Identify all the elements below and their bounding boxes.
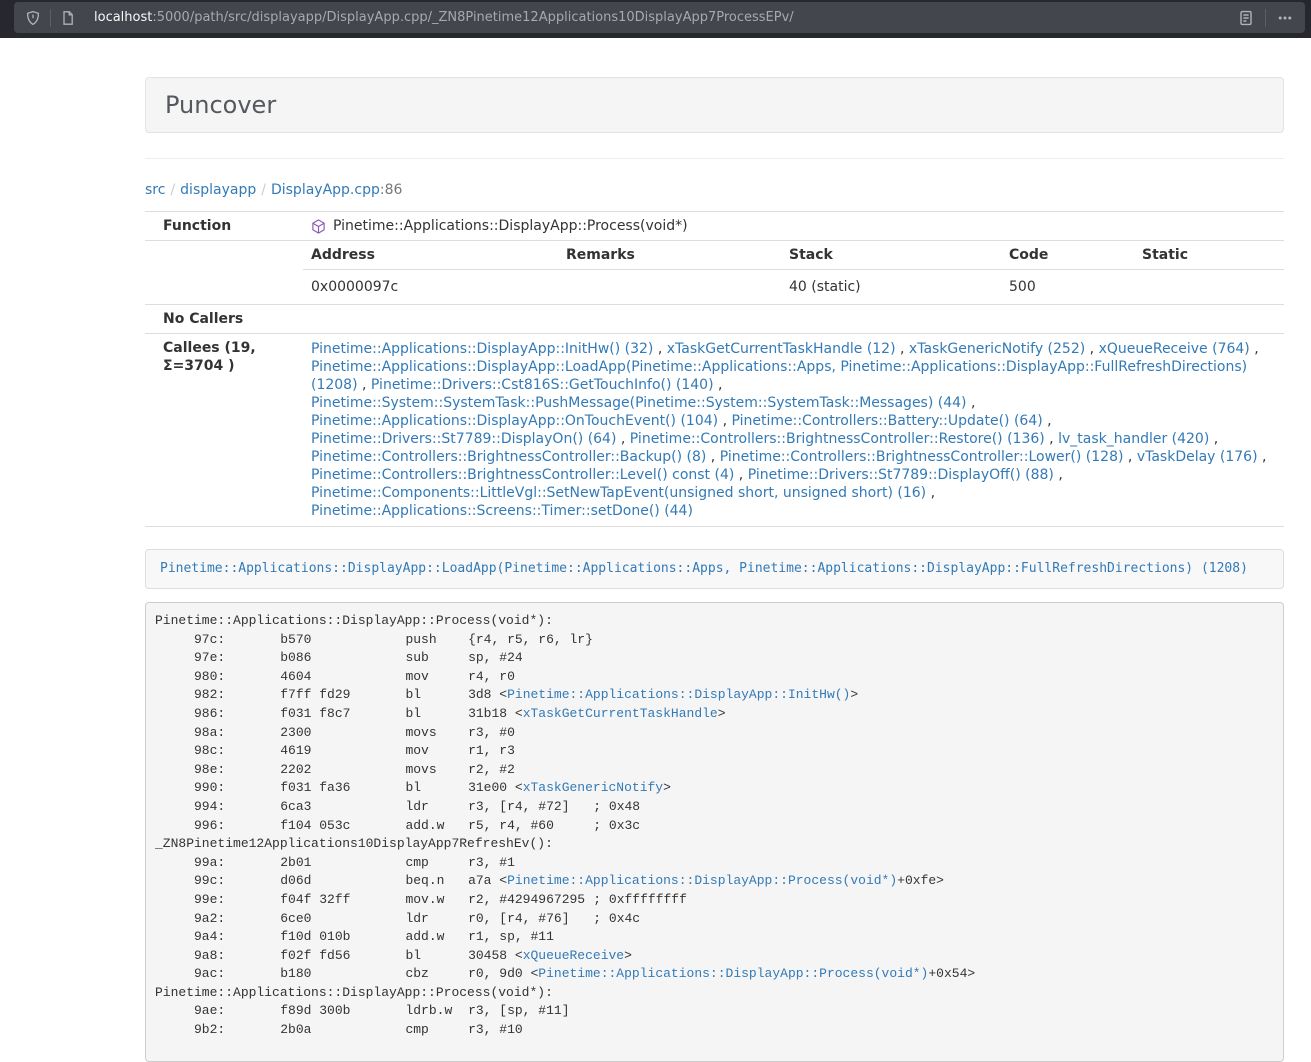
function-name: Pinetime::Applications::DisplayApp::Proc… (333, 217, 688, 235)
highlighted-symbol-panel: Pinetime::Applications::DisplayApp::Load… (145, 549, 1284, 589)
callee-separator: , (1085, 341, 1098, 357)
column-address: Address (303, 241, 558, 270)
callee-link[interactable]: Pinetime::Controllers::Battery::Update()… (731, 413, 1042, 429)
metrics-value-row: 0x0000097c 40 (static) 500 (303, 270, 1284, 305)
symbol-cube-icon (311, 219, 326, 234)
url-host: localhost (94, 10, 152, 25)
no-callers-label: No Callers (145, 305, 303, 334)
breadcrumb-link-src[interactable]: src (145, 182, 165, 198)
callee-link[interactable]: xTaskGetCurrentTaskHandle (12) (667, 341, 896, 357)
callee-separator: , (714, 377, 723, 393)
column-static: Static (1134, 241, 1284, 270)
callee-link[interactable]: Pinetime::Controllers::BrightnessControl… (720, 449, 1124, 465)
metrics-table: Address Remarks Stack Code Static 0x0000… (303, 241, 1284, 304)
reader-mode-icon[interactable] (1238, 10, 1254, 26)
callee-link[interactable]: Pinetime::Controllers::BrightnessControl… (311, 467, 734, 483)
callee-link[interactable]: Pinetime::Drivers::Cst816S::GetTouchInfo… (371, 377, 714, 393)
callee-separator: , (653, 341, 666, 357)
callers-row: No Callers (145, 305, 1284, 334)
browser-toolbar: localhost:5000/path/src/displayapp/Displ… (0, 0, 1311, 38)
metrics-header-row: Address Remarks Stack Code Static (303, 241, 1284, 270)
breadcrumb-separator: / (256, 182, 271, 198)
callee-separator: , (1123, 449, 1136, 465)
callee-link[interactable]: Pinetime::Applications::Screens::Timer::… (311, 503, 693, 519)
identity-divider (50, 9, 51, 27)
callee-separator: , (1209, 431, 1218, 447)
callee-separator: , (734, 467, 747, 483)
column-remarks: Remarks (558, 241, 781, 270)
symbol-table: Function Pinetime::Applications::Display… (145, 211, 1284, 527)
callee-link[interactable]: Pinetime::Controllers::BrightnessControl… (311, 449, 706, 465)
code-symbol-link[interactable]: Pinetime::Applications::DisplayApp::Proc… (507, 873, 897, 888)
callee-separator: , (1043, 413, 1052, 429)
callee-link[interactable]: Pinetime::Controllers::BrightnessControl… (630, 431, 1045, 447)
code-symbol-link[interactable]: Pinetime::Applications::DisplayApp::Proc… (538, 966, 928, 981)
url-text: localhost:5000/path/src/displayapp/Displ… (94, 10, 1238, 25)
callee-link[interactable]: Pinetime::Applications::DisplayApp::OnTo… (311, 413, 718, 429)
callee-link[interactable]: Pinetime::System::SystemTask::PushMessag… (311, 395, 967, 411)
callee-separator: , (926, 485, 935, 501)
callee-separator: , (358, 377, 371, 393)
column-stack: Stack (781, 241, 1001, 270)
app-header-panel: Puncover (145, 77, 1284, 133)
function-row: Function Pinetime::Applications::Display… (145, 212, 1284, 241)
breadcrumb-link-displayapp[interactable]: displayapp (180, 182, 256, 198)
callee-link[interactable]: Pinetime::Applications::DisplayApp::Init… (311, 341, 653, 357)
callee-link[interactable]: vTaskDelay (176) (1137, 449, 1258, 465)
page-content: Puncover src/displayapp/DisplayApp.cpp:8… (145, 77, 1284, 1062)
breadcrumb-link-file[interactable]: DisplayApp.cpp (271, 182, 380, 198)
disassembly-code: Pinetime::Applications::DisplayApp::Proc… (155, 613, 975, 1037)
metrics-row-label-empty (145, 241, 303, 305)
callee-separator: , (967, 395, 976, 411)
callee-link[interactable]: xTaskGenericNotify (252) (909, 341, 1085, 357)
url-bar[interactable]: localhost:5000/path/src/displayapp/Displ… (14, 2, 1305, 33)
callee-separator: , (1250, 341, 1259, 357)
code-symbol-link[interactable]: Pinetime::Applications::DisplayApp::Init… (507, 687, 850, 702)
metrics-row: Address Remarks Stack Code Static 0x0000… (145, 241, 1284, 305)
callee-separator: , (1045, 431, 1058, 447)
disassembly-block: Pinetime::Applications::DisplayApp::Proc… (145, 602, 1284, 1062)
stack-value: 40 (static) (781, 270, 1001, 305)
callee-link[interactable]: lv_task_handler (420) (1058, 431, 1209, 447)
callee-link[interactable]: xQueueReceive (764) (1099, 341, 1250, 357)
url-path: :5000/path/src/displayapp/DisplayApp.cpp… (152, 10, 793, 25)
callee-separator: , (616, 431, 629, 447)
more-actions-icon[interactable] (1277, 10, 1293, 26)
callee-separator: , (896, 341, 909, 357)
callee-separator: , (1054, 467, 1063, 483)
callees-label: Callees (19, Σ=3704 ) (145, 334, 303, 527)
breadcrumb: src/displayapp/DisplayApp.cpp:86 (145, 180, 1284, 200)
callees-list: Pinetime::Applications::DisplayApp::Init… (303, 334, 1284, 527)
function-label: Function (145, 212, 303, 241)
static-value (1134, 270, 1284, 305)
breadcrumb-separator: / (165, 182, 180, 198)
actions-divider (1265, 9, 1266, 27)
callee-separator: , (706, 449, 719, 465)
callee-link[interactable]: Pinetime::Drivers::St7789::DisplayOn() (… (311, 431, 616, 447)
callee-link[interactable]: Pinetime::Components::LittleVgl::SetNewT… (311, 485, 926, 501)
code-symbol-link[interactable]: xTaskGetCurrentTaskHandle (523, 706, 718, 721)
code-symbol-link[interactable]: xQueueReceive (523, 948, 624, 963)
callees-row: Callees (19, Σ=3704 ) Pinetime::Applicat… (145, 334, 1284, 527)
code-symbol-link[interactable]: xTaskGenericNotify (523, 780, 663, 795)
page-title: Puncover (165, 92, 1264, 118)
remarks-value (558, 270, 781, 305)
address-value: 0x0000097c (303, 270, 558, 305)
breadcrumb-line-number: :86 (380, 182, 403, 198)
callee-separator: , (718, 413, 731, 429)
callee-link[interactable]: Pinetime::Drivers::St7789::DisplayOff() … (748, 467, 1054, 483)
code-size-value: 500 (1001, 270, 1134, 305)
callee-separator: , (1258, 449, 1267, 465)
divider (145, 158, 1284, 159)
highlighted-symbol-link[interactable]: Pinetime::Applications::DisplayApp::Load… (160, 561, 1248, 576)
column-code: Code (1001, 241, 1134, 270)
page-icon[interactable] (60, 10, 76, 26)
shield-icon[interactable] (25, 10, 41, 26)
